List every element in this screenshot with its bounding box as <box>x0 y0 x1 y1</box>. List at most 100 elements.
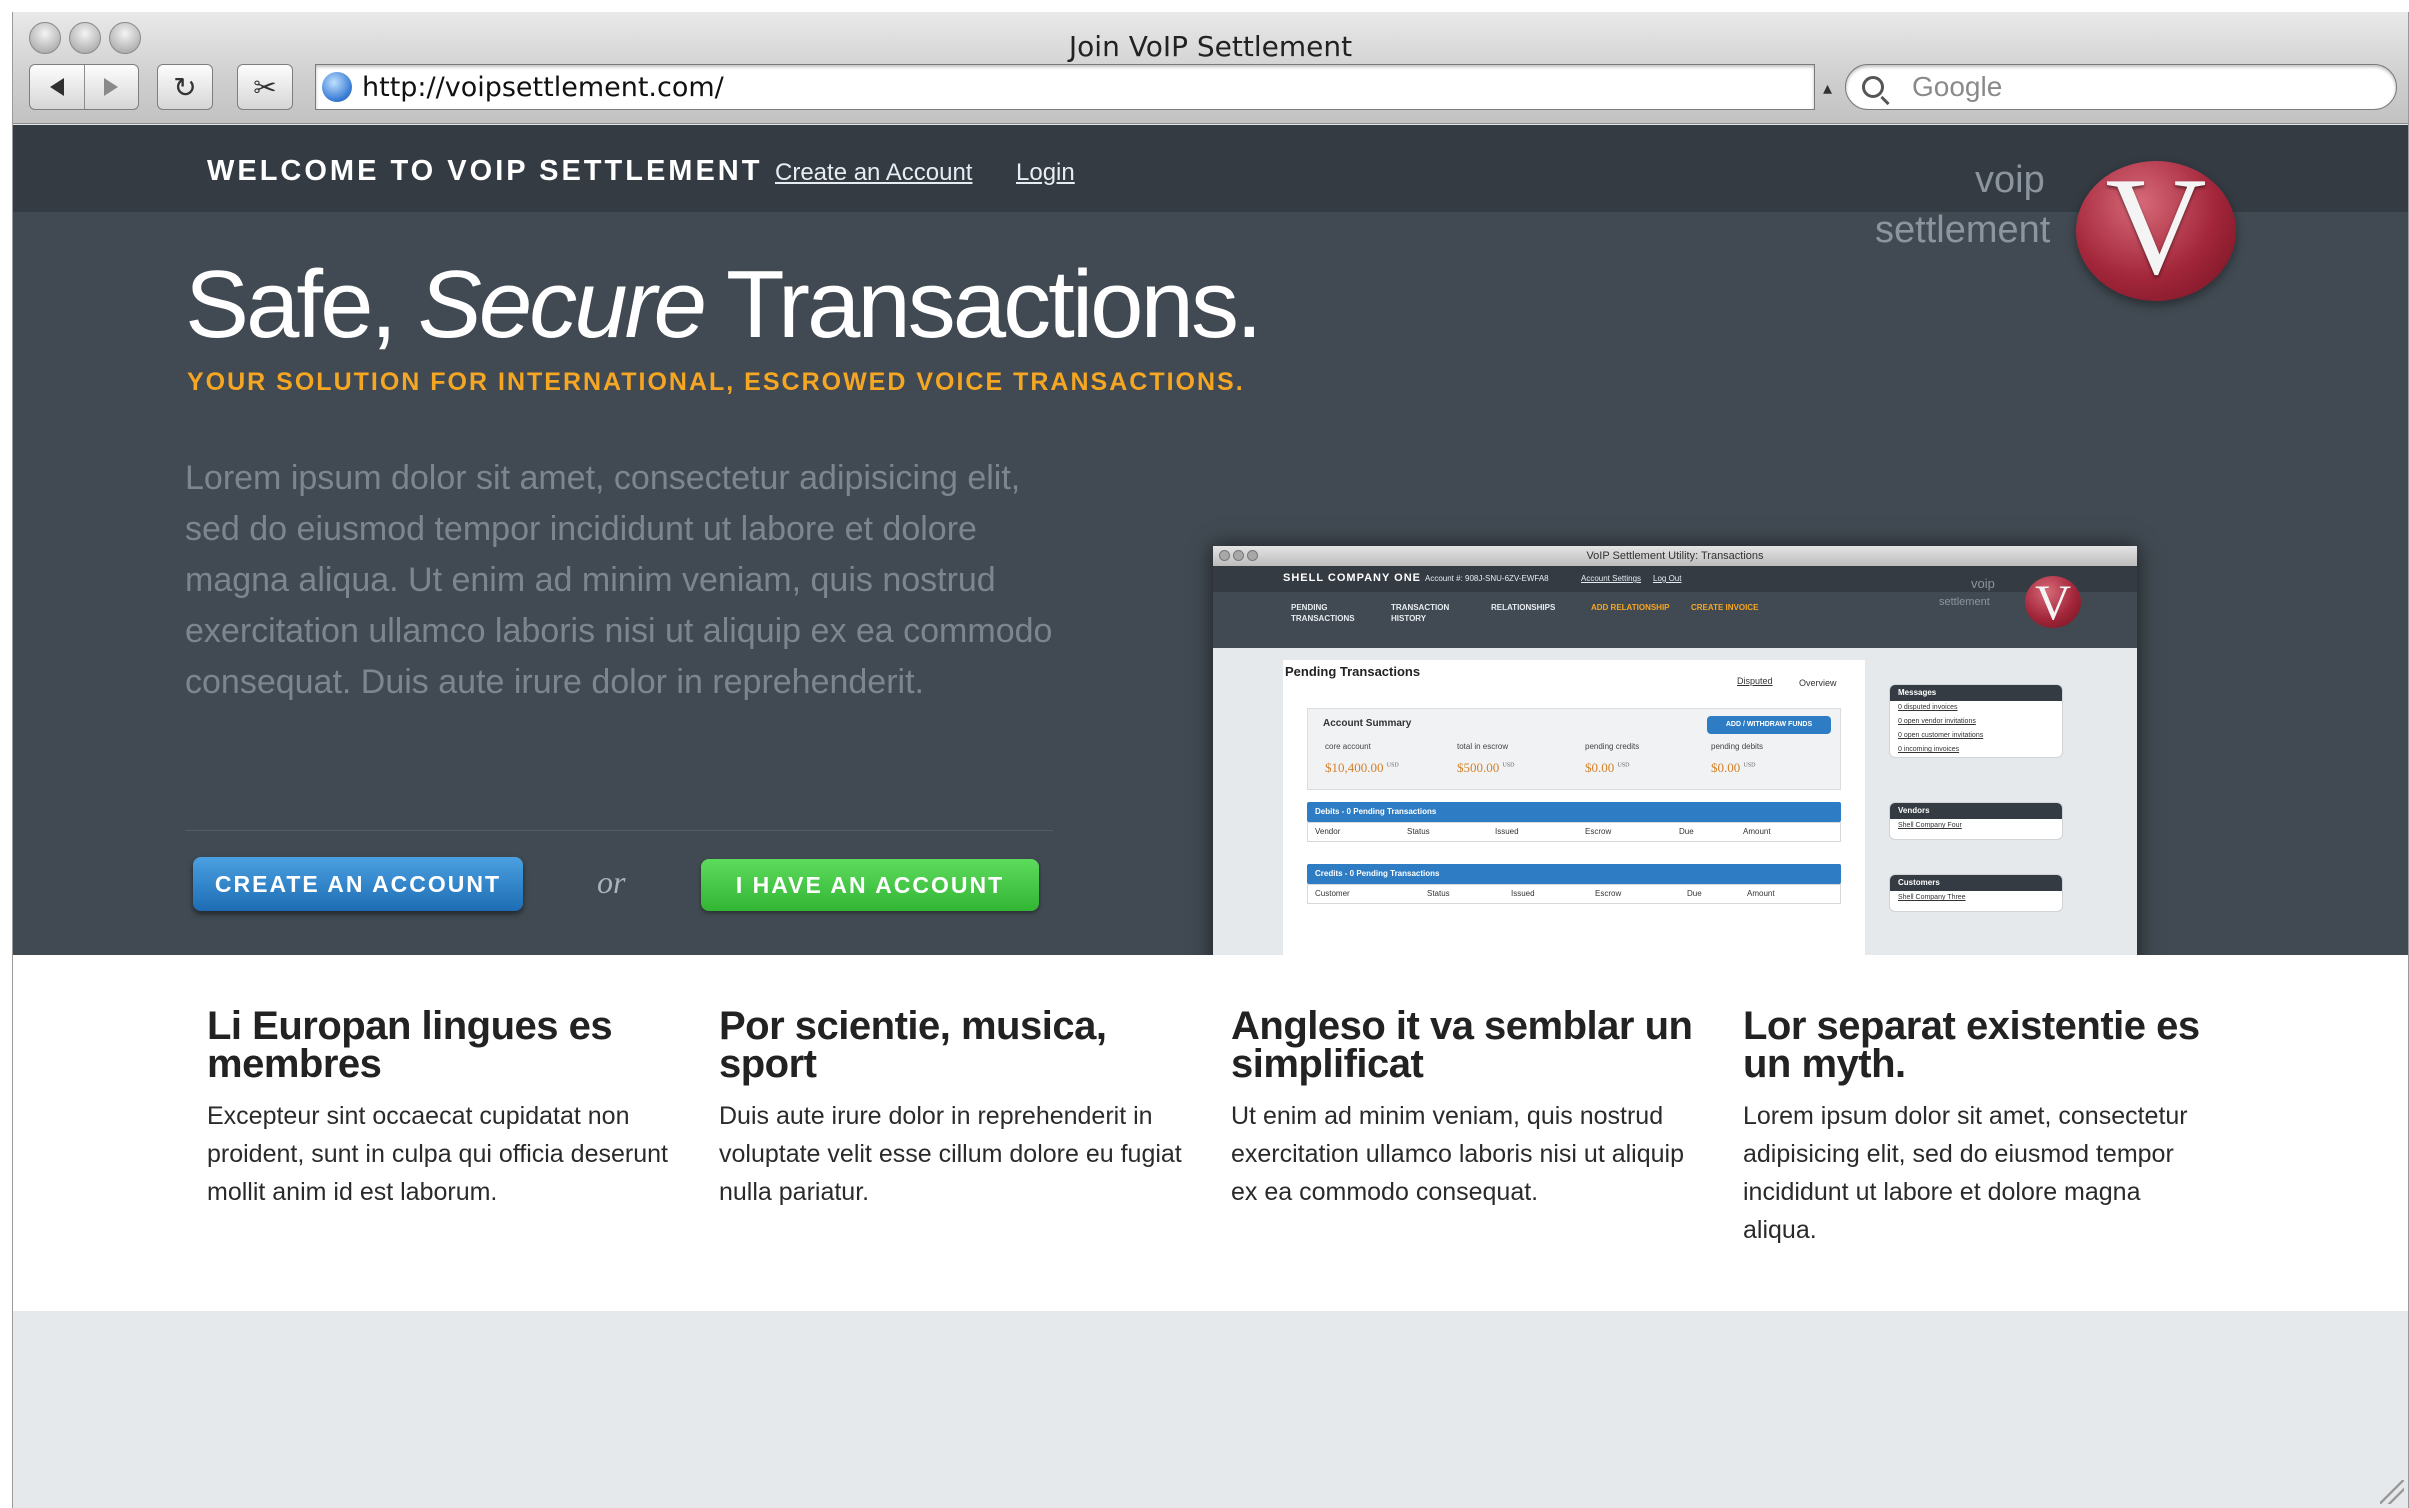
hero-title-part1: Safe, <box>185 251 418 358</box>
screenshot-customers-box: Customers Shell Company Three <box>1889 874 2063 912</box>
screenshot-col: Vendor <box>1315 827 1341 836</box>
screenshot-col: Amount <box>1747 889 1775 898</box>
screenshot-col: Escrow <box>1585 827 1612 836</box>
screenshot-heading: Pending Transactions <box>1285 664 1421 679</box>
screenshot-account-number: Account #: 908J-SNU-6ZV-EWFA8 <box>1425 574 1549 583</box>
screenshot-logo-icon: V <box>2025 576 2081 628</box>
forward-arrow-icon <box>104 78 119 96</box>
screenshot-account-settings-link: Account Settings <box>1581 574 1642 583</box>
logo-icon[interactable]: V <box>2076 157 2236 301</box>
hero-section: Safe, Secure Transactions. YOUR SOLUTION… <box>13 212 2408 1043</box>
feature-title: Li Europan lingues es membres <box>207 1004 613 1086</box>
search-placeholder: Google <box>1912 71 2003 102</box>
screenshot-col: Amount <box>1743 827 1771 836</box>
back-button[interactable] <box>30 65 84 109</box>
screenshot-zoom-dot <box>1247 550 1258 561</box>
logo-word-voip: voip <box>1975 159 2045 201</box>
scissors-icon: ✂ <box>253 71 277 103</box>
screenshot-logo-word: settlement <box>1939 596 1990 608</box>
feature-title: Angleso it va semblar un simplificat <box>1231 1004 1693 1086</box>
screenshot-summary-value: $10,400.00 USD <box>1325 760 1399 776</box>
screenshot-tab: RELATIONSHIPS <box>1491 603 1556 612</box>
hero-description: Lorem ipsum dolor sit amet, consectetur … <box>185 459 1053 701</box>
screenshot-minimize-dot <box>1233 550 1244 561</box>
top-navigation: WELCOME TO VOIP SETTLEMENT Create an Acc… <box>13 125 2408 212</box>
unit-text: USD <box>1617 762 1630 769</box>
screenshot-box-link: 0 open customer invitations <box>1898 732 1984 739</box>
have-account-button[interactable]: I HAVE AN ACCOUNT <box>701 859 1039 911</box>
feature-column: Angleso it va semblar un simplificat Ut … <box>1231 1004 1701 1211</box>
features-section: Li Europan lingues es membres Excepteur … <box>13 955 2408 1311</box>
browser-window: Join VoIP Settlement ↻ ✂ http://voipsett… <box>12 12 2409 1508</box>
screenshot-box-link: 0 open vendor invitations <box>1898 718 1976 725</box>
hero-title-part2: Transactions. <box>704 251 1263 358</box>
unit-text: USD <box>1386 762 1399 769</box>
screenshot-log-out-link: Log Out <box>1653 574 1682 583</box>
screenshot-summary-title: Account Summary <box>1323 718 1412 729</box>
feature-body: Duis aute irure dolor in reprehenderit i… <box>719 1102 1182 1206</box>
feature-body: Excepteur sint occaecat cupidatat non pr… <box>207 1102 668 1206</box>
hero-title: Safe, Secure Transactions. <box>185 250 1263 360</box>
screenshot-box-title: Vendors <box>1890 803 2062 819</box>
logo-letter: V <box>2105 149 2207 304</box>
screenshot-col: Issued <box>1511 889 1535 898</box>
screenshot-credits-header: Credits - 0 Pending Transactions <box>1307 864 1841 884</box>
feature-column: Li Europan lingues es membres Excepteur … <box>207 1004 677 1211</box>
feature-column: Por scientie, musica, sport Duis aute ir… <box>719 1004 1189 1211</box>
forward-button[interactable] <box>83 65 139 109</box>
screenshot-col: Customer <box>1315 889 1350 898</box>
screenshot-logo-letter: V <box>2034 574 2072 630</box>
search-icon[interactable] <box>1862 76 1884 98</box>
search-field[interactable]: Google <box>1845 64 2397 110</box>
screenshot-summary-label: pending debits <box>1711 742 1764 751</box>
screenshot-box-title: Messages <box>1890 685 2062 701</box>
reload-button[interactable]: ↻ <box>157 64 213 110</box>
divider <box>185 830 1053 831</box>
reload-icon: ↻ <box>173 71 197 103</box>
screenshot-titlebar: VoIP Settlement Utility: Transactions <box>1213 546 2137 566</box>
create-account-button[interactable]: CREATE AN ACCOUNT <box>193 857 523 911</box>
feature-title: Lor separat existentie es un myth. <box>1743 1004 2200 1086</box>
screenshot-col: Due <box>1687 889 1702 898</box>
feature-title: Por scientie, musica, sport <box>719 1004 1107 1086</box>
value-text: $0.00 <box>1585 760 1615 775</box>
url-dropdown-icon[interactable]: ▴ <box>1823 78 1832 99</box>
resize-grip-icon[interactable] <box>2380 1480 2404 1504</box>
window-title: Join VoIP Settlement <box>1068 30 1353 63</box>
value-text: $0.00 <box>1711 760 1741 775</box>
screenshot-box-link: 0 incoming invoices <box>1898 746 1960 753</box>
value-text: $500.00 <box>1457 760 1500 775</box>
screenshot-subtab: Overview <box>1793 676 1843 690</box>
feature-body: Ut enim ad minim veniam, quis nostrud ex… <box>1231 1102 1685 1206</box>
screenshot-funds-button: ADD / WITHDRAW FUNDS <box>1707 716 1831 734</box>
screenshot-col: Issued <box>1495 827 1519 836</box>
hero-title-italic: Secure <box>417 251 707 358</box>
snip-button[interactable]: ✂ <box>237 64 293 110</box>
screenshot-close-dot <box>1219 550 1230 561</box>
screenshot-summary-value: $0.00 USD <box>1585 760 1630 776</box>
screenshot-subtab: Disputed <box>1737 676 1773 686</box>
url-text[interactable]: http://voipsettlement.com/ <box>362 72 724 103</box>
screenshot-col: Status <box>1427 889 1450 898</box>
value-text: $10,400.00 <box>1325 760 1384 775</box>
feature-column: Lor separat existentie es un myth. Lorem… <box>1743 1004 2213 1249</box>
back-arrow-icon <box>49 78 64 96</box>
screenshot-summary-value: $500.00 USD <box>1457 760 1515 776</box>
screenshot-summary-label: pending credits <box>1585 742 1640 751</box>
create-account-link[interactable]: Create an Account <box>775 159 972 187</box>
screenshot-col: Due <box>1679 827 1694 836</box>
screenshot-box-title: Customers <box>1890 875 2062 891</box>
screenshot-company: SHELL COMPANY ONE <box>1283 572 1422 584</box>
hero-subtitle: YOUR SOLUTION FOR INTERNATIONAL, ESCROWE… <box>187 368 1245 396</box>
address-bar[interactable]: http://voipsettlement.com/ <box>315 64 1815 110</box>
login-link[interactable]: Login <box>1016 159 1075 187</box>
or-text: or <box>597 864 626 900</box>
screenshot-vendors-box: Vendors Shell Company Four <box>1889 802 2063 840</box>
screenshot-tab: TRANSACTION HISTORY <box>1391 603 1450 623</box>
screenshot-logo-word: voip <box>1971 576 1995 591</box>
logo-word-settlement: settlement <box>1875 209 2051 251</box>
screenshot-box-link: Shell Company Four <box>1898 822 1962 829</box>
screenshot-summary-value: $0.00 USD <box>1711 760 1756 776</box>
screenshot-tab: CREATE INVOICE <box>1691 603 1759 612</box>
screenshot-summary-label: core account <box>1325 742 1371 751</box>
